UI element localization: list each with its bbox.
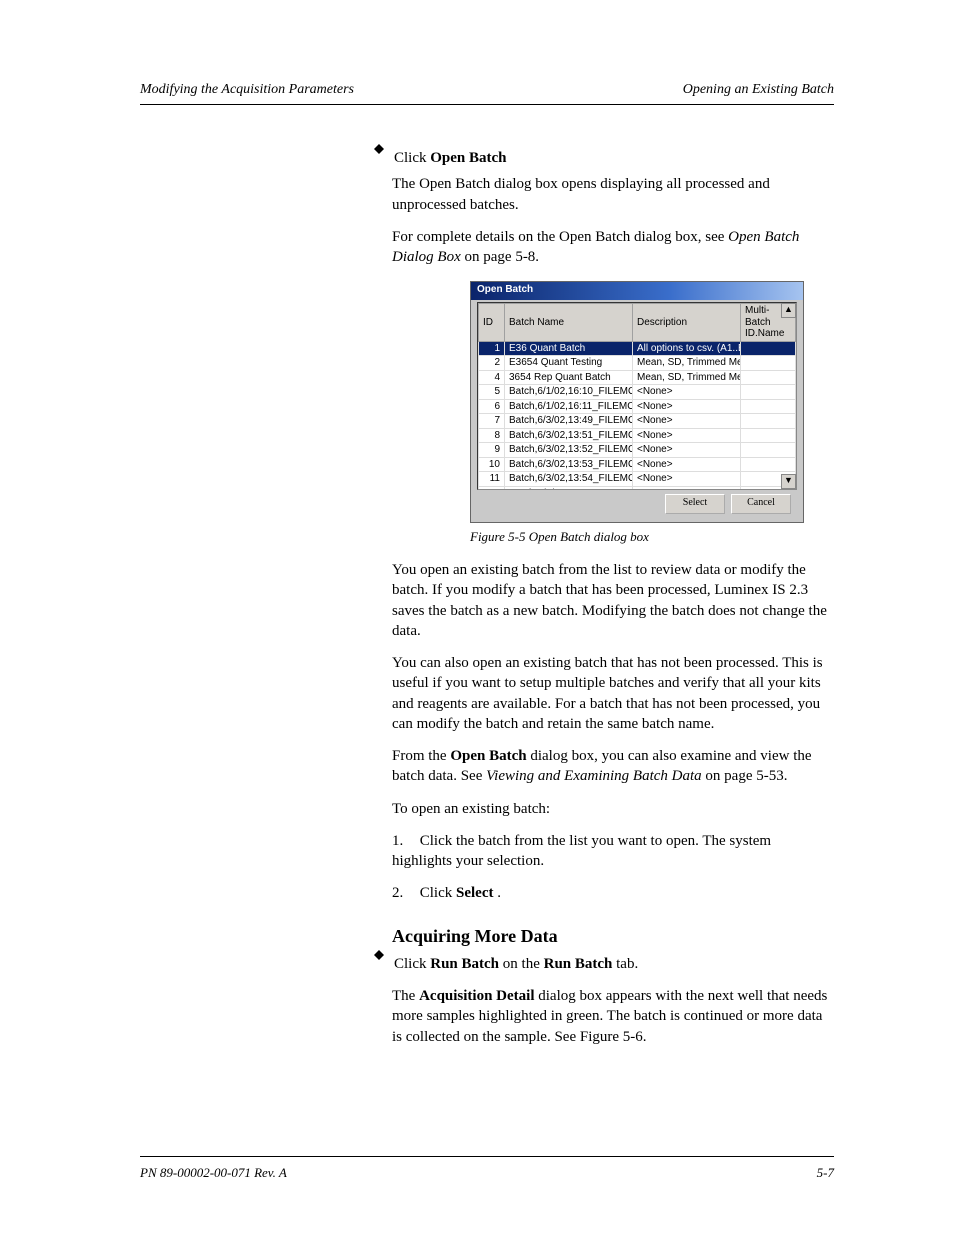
table-cell: <None> [633,472,741,487]
table-cell [741,457,796,472]
table-cell: <None> [633,414,741,429]
table-cell: Mean, SD, Trimmed Mean [633,356,741,371]
table-cell [741,414,796,429]
open-batch-intro-2b: on page 5-8. [465,249,540,265]
table-cell [741,385,796,400]
table-cell: <None> [633,399,741,414]
running-header-left: Modifying the Acquisition Parameters [140,82,354,99]
table-cell: <None> [633,457,741,472]
para-2: You can also open an existing batch that… [392,653,832,734]
table-row[interactable]: 5Batch,6/1/02,16:10_FILEMODE<None> [479,385,796,400]
table-cell: 11 [479,472,505,487]
running-header-right: Opening an Existing Batch [683,82,834,99]
table-cell: 6 [479,399,505,414]
col-name[interactable]: Batch Name [505,304,633,342]
open-batch-bullet: Click Open Batch [394,148,832,168]
footer-left: PN 89-00002-00-071 Rev. A [140,1165,287,1181]
table-cell: 2 [479,356,505,371]
table-row[interactable]: 10Batch,6/3/02,13:53_FILEMODE<None> [479,457,796,472]
open-batch-intro-1: The Open Batch dialog box opens displayi… [392,174,832,215]
table-cell: E3654 Quant Testing [505,356,633,371]
para-4: To open an existing batch: [392,799,832,819]
step-2: 2. Click Select . [392,883,832,903]
table-cell [741,443,796,458]
table-cell: 9 [479,443,505,458]
table-row[interactable]: 43654 Rep Quant BatchMean, SD, Trimmed M… [479,370,796,385]
col-id[interactable]: ID [479,304,505,342]
step-1: 1. Click the batch from the list you wan… [392,831,832,872]
table-row[interactable]: 8Batch,6/3/02,13:51_FILEMODE<None> [479,428,796,443]
table-cell [741,399,796,414]
table-cell: E36 Quant Batch [505,341,633,356]
diamond-bullet-icon [374,945,384,955]
table-cell: 10 [479,457,505,472]
table-cell: Batch,6/3/02,13:52_FILEMODE [505,443,633,458]
dialog-titlebar[interactable]: Open Batch [471,282,803,300]
footer-right: 5-7 [817,1165,834,1181]
table-cell: Batch,6/3/02,13:49_FILEMODE [505,414,633,429]
bottom-rule [140,1156,834,1157]
content-column: Click Open Batch The Open Batch dialog b… [392,148,832,1059]
table-cell: <None> [633,443,741,458]
table-cell: <None> [633,486,741,490]
table-cell: 12 [479,486,505,490]
table-cell [741,428,796,443]
table-cell [741,341,796,356]
cancel-button[interactable]: Cancel [731,494,791,514]
table-cell: 4 [479,370,505,385]
table-row[interactable]: 9Batch,6/3/02,13:52_FILEMODE<None> [479,443,796,458]
diamond-bullet-icon [374,139,384,149]
table-cell: Mean, SD, Trimmed Mean [633,370,741,385]
open-batch-dialog: Open Batch ID Batch Name Description Mul… [470,281,804,523]
select-button[interactable]: Select [665,494,725,514]
table-row[interactable]: 2E3654 Quant TestingMean, SD, Trimmed Me… [479,356,796,371]
table-cell [741,370,796,385]
table-row[interactable]: 6Batch,6/1/02,16:11_FILEMODE<None> [479,399,796,414]
figure-caption: Figure 5-5 Open Batch dialog box [470,529,832,546]
table-cell: 5 [479,385,505,400]
table-row[interactable]: 7Batch,6/3/02,13:49_FILEMODE<None> [479,414,796,429]
scroll-up-icon[interactable]: ▲ [781,303,796,318]
para-5: The Acquisition Detail dialog box appear… [392,986,832,1047]
table-cell: Batch,6/3/02,13:53_FILEMODE [505,457,633,472]
running-header: Modifying the Acquisition Parameters Ope… [140,82,834,99]
batch-table-area: ID Batch Name Description Multi-Batch ID… [477,302,797,490]
page-footer: PN 89-00002-00-071 Rev. A 5-7 [140,1165,834,1181]
batch-table: ID Batch Name Description Multi-Batch ID… [478,303,796,490]
run-batch-bullet: Click Run Batch on the Run Batch tab. [394,954,832,974]
table-cell: Batch,6/3/02,13:51_FILEMODE [505,428,633,443]
table-cell: 1 [479,341,505,356]
table-cell: Batch,6/1/02,16:10_FILEMODE [505,385,633,400]
open-batch-intro-2: For complete details on the Open Batch d… [392,227,832,268]
table-cell: Batch,6/3/02,13:54_FILEMODE [505,472,633,487]
open-batch-intro-2a: For complete details on the Open Batch d… [392,229,728,245]
table-row[interactable]: 11Batch,6/3/02,13:54_FILEMODE<None> [479,472,796,487]
table-cell: Batch,6/1/02,16:11_FILEMODE [505,399,633,414]
col-desc[interactable]: Description [633,304,741,342]
scroll-down-icon[interactable]: ▼ [781,474,796,489]
table-cell: 8 [479,428,505,443]
table-cell [741,356,796,371]
table-cell: Batch,6/3/02,14:13_FILEMODE [505,486,633,490]
table-cell: <None> [633,428,741,443]
table-cell: <None> [633,385,741,400]
batch-table-header-row: ID Batch Name Description Multi-Batch ID… [479,304,796,342]
table-row[interactable]: 12Batch,6/3/02,14:13_FILEMODE<None> [479,486,796,490]
top-rule [140,104,834,105]
table-cell: 7 [479,414,505,429]
table-cell: 3654 Rep Quant Batch [505,370,633,385]
para-3: From the Open Batch dialog box, you can … [392,746,832,787]
table-cell: All options to csv. (A1..B1) [633,341,741,356]
section-title: Acquiring More Data [392,924,832,948]
para-1: You open an existing batch from the list… [392,560,832,641]
table-row[interactable]: 1E36 Quant BatchAll options to csv. (A1.… [479,341,796,356]
